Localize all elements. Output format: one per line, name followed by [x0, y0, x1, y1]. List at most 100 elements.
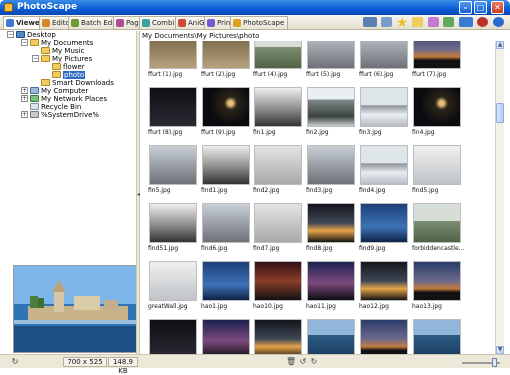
thumbnail-image[interactable] [307, 319, 355, 354]
thumbnail-image[interactable] [413, 261, 461, 301]
thumbnail-item[interactable]: fin1.jpg [253, 87, 303, 143]
thumbnail-item[interactable]: forbiddencastle...... [412, 203, 464, 259]
thumbnail-item[interactable] [201, 319, 251, 354]
thumbnail-image[interactable] [413, 145, 461, 185]
thumbnail-image[interactable] [413, 41, 461, 69]
close-button[interactable]: ✕ [491, 1, 504, 14]
thumbnail-image[interactable] [307, 261, 355, 301]
palette-icon[interactable] [427, 17, 439, 27]
thumbnail-item[interactable] [253, 319, 303, 354]
thumbnail-item[interactable]: find5.jpg [412, 145, 462, 201]
thumbnail-item[interactable]: ffurt (1).jpg [148, 41, 198, 85]
thumbnail-image[interactable] [360, 41, 408, 69]
tree-node-system-drive[interactable]: + %SystemDrive% [21, 111, 99, 119]
thumbnail-item[interactable] [412, 319, 462, 354]
thumbnail-image[interactable] [149, 261, 197, 301]
thumbnail-image[interactable] [307, 41, 355, 69]
thumbnail-item[interactable]: find8.jpg [306, 203, 356, 259]
thumbnail-image[interactable] [254, 261, 302, 301]
thumbnail-item[interactable]: find2.jpg [253, 145, 303, 201]
tree-node-desktop[interactable]: − Desktop [7, 31, 56, 39]
thumbnail-image[interactable] [202, 87, 250, 127]
slider-knob[interactable] [492, 358, 497, 367]
thumbnail-item[interactable]: find1.jpg [201, 145, 251, 201]
thumbnail-item[interactable]: ffurt (5).jpg [306, 41, 356, 85]
thumbnail-item[interactable]: find7.jpg [253, 203, 303, 259]
collapse-icon[interactable]: − [21, 39, 28, 46]
tree-node-recycle-bin[interactable]: Recycle Bin [30, 103, 81, 111]
thumbnail-image[interactable] [254, 87, 302, 127]
thumbnail-item[interactable]: ffurt (9).jpg [201, 87, 251, 143]
thumbnail-item[interactable]: fin4.jpg [412, 87, 462, 143]
thumbnail-item[interactable]: ffurt (4).jpg [253, 41, 303, 85]
delete-icon[interactable]: 🗑 [286, 357, 296, 367]
thumbnail-image[interactable] [307, 203, 355, 243]
scroll-down-icon[interactable]: ▼ [496, 346, 504, 354]
thumbnail-image[interactable] [149, 145, 197, 185]
thumbnail-item[interactable]: ffurt (2).jpg [201, 41, 251, 85]
thumbnail-image[interactable] [254, 319, 302, 354]
tree-node-flower[interactable]: flower [52, 63, 85, 71]
thumbnail-image[interactable] [149, 203, 197, 243]
tree-node-smart-downloads[interactable]: Smart Downloads [41, 79, 114, 87]
thumbnail-image[interactable] [202, 203, 250, 243]
thumbnail-item[interactable]: fin5.jpg [148, 145, 198, 201]
expand-icon[interactable]: + [21, 95, 28, 102]
thumbnail-item[interactable]: find4.jpg [359, 145, 409, 201]
maximize-button[interactable]: □ [474, 1, 487, 14]
tree-node-my-pictures[interactable]: − My Pictures [32, 55, 92, 63]
thumbnail-image[interactable] [413, 203, 461, 243]
thumbnail-item[interactable]: ffurt (6).jpg [359, 41, 409, 85]
scroll-up-icon[interactable]: ▲ [496, 41, 504, 49]
thumbnail-item[interactable]: find3.jpg [306, 145, 356, 201]
thumbnail-image[interactable] [254, 145, 302, 185]
thumbnail-size-slider[interactable] [462, 358, 500, 367]
thumbnail-image[interactable] [254, 203, 302, 243]
thumbnail-image[interactable] [413, 87, 461, 127]
tab-photoscape[interactable]: PhotoScape [230, 16, 289, 29]
thumbnail-image[interactable] [149, 319, 197, 354]
thumbnail-item[interactable]: find51.jpg [148, 203, 198, 259]
thumbnail-item[interactable]: find9.jpg [359, 203, 409, 259]
tree-node-photo[interactable]: photo [52, 71, 86, 79]
thumbnail-item[interactable]: ffurt (8).jpg [148, 87, 198, 143]
thumbnail-image[interactable] [413, 319, 461, 354]
help-icon[interactable] [493, 17, 504, 27]
slideshow-icon[interactable] [362, 17, 377, 27]
collapse-icon[interactable]: − [32, 55, 39, 62]
thumbnail-image[interactable] [202, 41, 250, 69]
tree-node-my-documents[interactable]: − My Documents [21, 39, 93, 47]
thumbnail-item[interactable]: hao11.jpg [306, 261, 356, 317]
thumbnail-item[interactable]: fin3.jpg [359, 87, 409, 143]
folder-icon[interactable] [412, 17, 424, 27]
thumbnail-image[interactable] [360, 319, 408, 354]
thumbnail-item[interactable]: fin2.jpg [306, 87, 356, 143]
tree-node-my-music[interactable]: My Music [41, 47, 84, 55]
donate-icon[interactable] [458, 17, 473, 27]
thumbnail-image[interactable] [360, 145, 408, 185]
thumbnail-image[interactable] [202, 261, 250, 301]
thumbnail-image[interactable] [360, 87, 408, 127]
thumbnail-item[interactable]: hao12.jpg [359, 261, 409, 317]
scrollbar-thumb[interactable] [496, 103, 504, 123]
thumbnail-image[interactable] [307, 87, 355, 127]
thumbnail-item[interactable]: hao10.jpg [253, 261, 303, 317]
thumbnail-item[interactable]: find6.jpg [201, 203, 251, 259]
minimize-button[interactable]: – [459, 1, 472, 14]
tree-node-my-computer[interactable]: + My Computer [21, 87, 88, 95]
star-icon[interactable] [396, 17, 408, 27]
thumbnail-image[interactable] [254, 41, 302, 69]
thumbnail-item[interactable]: greatWall.jpg [148, 261, 198, 317]
tree-node-my-network[interactable]: + My Network Places [21, 95, 107, 103]
thumbnail-item[interactable] [359, 319, 409, 354]
thumbnail-image[interactable] [307, 145, 355, 185]
rotate-right-icon[interactable]: ↻ [309, 357, 319, 367]
thumbnail-item[interactable] [306, 319, 356, 354]
thumbnail-item[interactable]: hao1.jpg [201, 261, 251, 317]
thumbnail-image[interactable] [202, 319, 250, 354]
thumbnail-item[interactable] [148, 319, 198, 354]
rotate-small-icon[interactable]: ↻ [10, 357, 20, 367]
thumbnail-image[interactable] [149, 87, 197, 127]
rotate-left-icon[interactable]: ↺ [298, 357, 308, 367]
expand-icon[interactable]: + [21, 111, 28, 118]
